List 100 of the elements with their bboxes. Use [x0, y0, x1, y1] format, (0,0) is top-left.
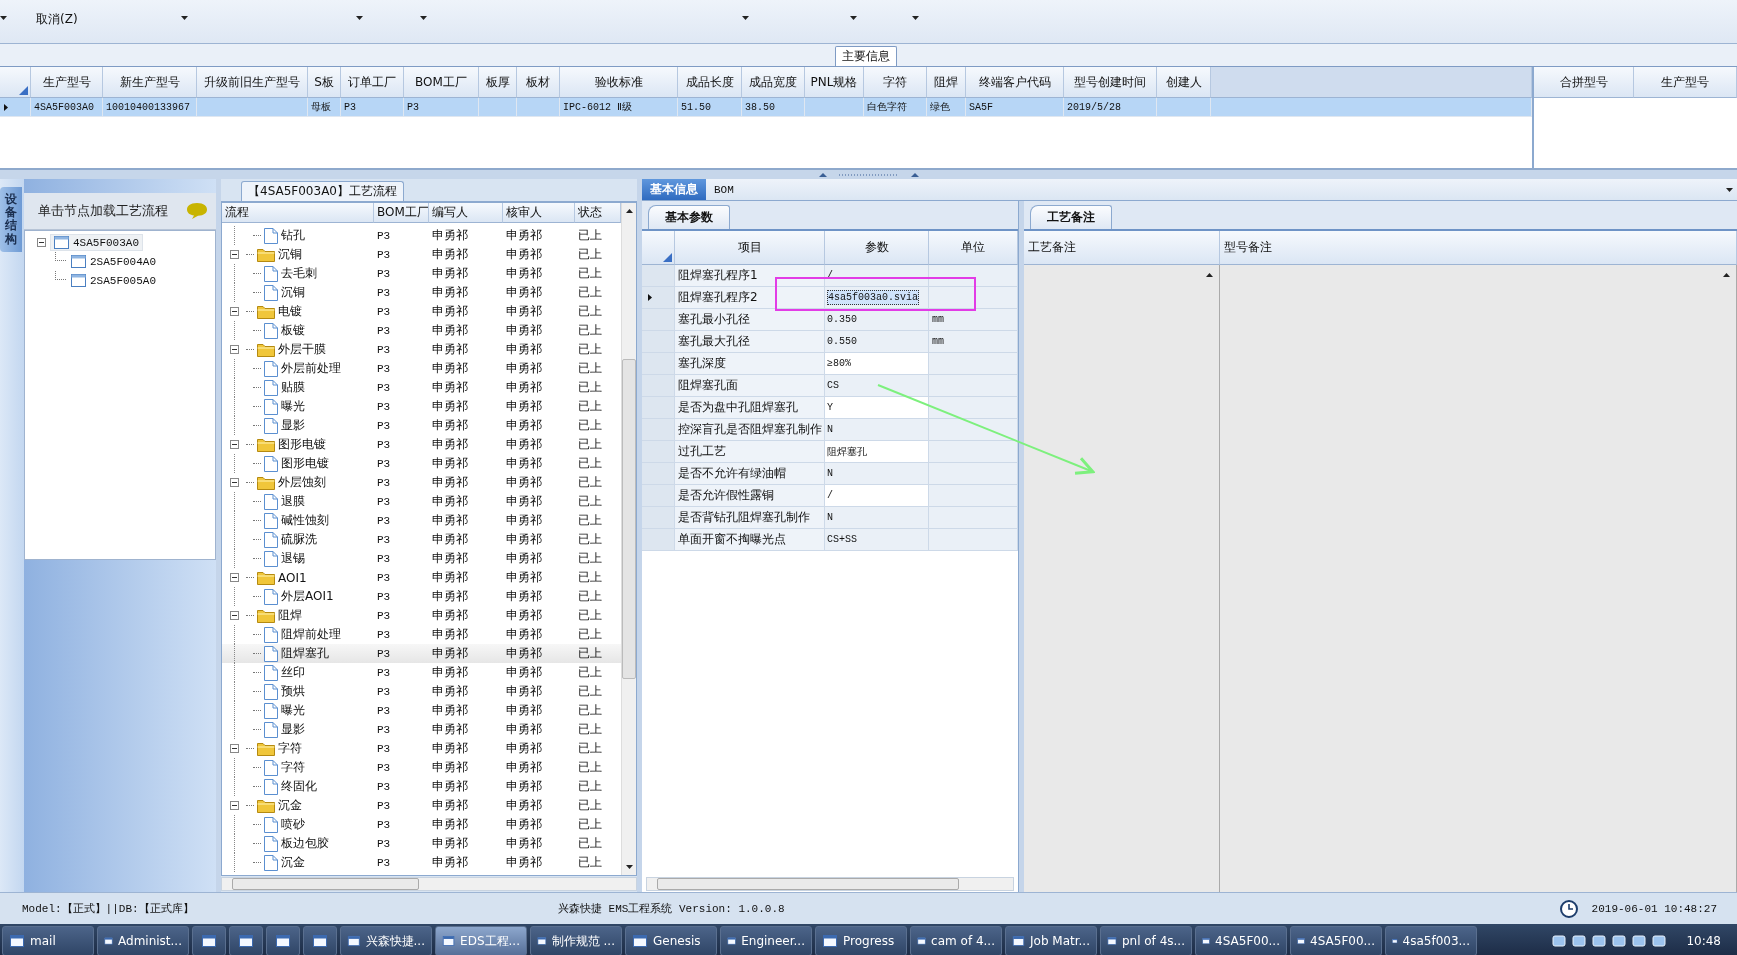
column-header[interactable]: 板材 [517, 67, 560, 98]
table-row[interactable]: 板边包胶 P3 申勇祁 申勇祁 已上 [222, 834, 621, 853]
taskbar-button[interactable]: 4SA5F00... [1195, 926, 1287, 955]
row-header[interactable] [0, 98, 31, 117]
tree-item[interactable]: AOI1 [278, 570, 307, 585]
tree-item[interactable]: 沉铜 [278, 246, 302, 263]
tab[interactable]: 基本信息 [642, 179, 706, 200]
column-header[interactable]: 新生产型号 [103, 67, 197, 98]
caret-icon[interactable] [420, 16, 427, 20]
scroll-thumb[interactable] [657, 878, 959, 890]
column-header[interactable]: 合拼型号 [1534, 67, 1634, 98]
tab[interactable]: 基本参数 [648, 205, 730, 229]
scrollbar[interactable] [621, 203, 636, 875]
caret-icon[interactable] [850, 16, 857, 20]
column-header[interactable]: S板 [308, 67, 341, 98]
table-row[interactable]: 阻焊塞孔 P3 申勇祁 申勇祁 已上 [222, 644, 621, 663]
collapse-icon[interactable] [230, 307, 239, 316]
table-row[interactable]: 钻孔 P3 申勇祁 申勇祁 已上 [222, 226, 621, 245]
table-row[interactable]: 4SA5F003A0 10010400133967 母板 P3 P3 IPC-6012 Ⅱ级 51.50 38.50 白色字符 绿色 SA5F 2019/5/28 [0, 98, 1532, 117]
tree-item[interactable]: 预烘 [281, 683, 305, 700]
taskbar-button[interactable] [192, 926, 226, 955]
table-row[interactable]: 曝光 P3 申勇祁 申勇祁 已上 [222, 701, 621, 720]
tree-item[interactable]: 曝光 [281, 702, 305, 719]
taskbar-button[interactable]: Engineer... [720, 926, 812, 955]
tree-item[interactable]: 显影 [281, 417, 305, 434]
tree-item[interactable]: 2SA5F005A0 [68, 273, 159, 288]
tree-item[interactable]: 图形电镀 [278, 436, 326, 453]
table-cell[interactable]: ≥80% [825, 353, 929, 375]
tree-item[interactable]: 钻孔 [281, 227, 305, 244]
taskbar-button[interactable]: Genesis [625, 926, 717, 955]
column-header[interactable]: 参数 [825, 231, 929, 265]
tree-item[interactable]: 外层AOI1 [281, 588, 334, 605]
column-header[interactable]: 板厚 [479, 67, 517, 98]
table-row[interactable]: 退膜 P3 申勇祁 申勇祁 已上 [222, 492, 621, 511]
tree-item[interactable]: 显影 [281, 721, 305, 738]
tree-item[interactable]: 终固化 [281, 778, 317, 795]
column-header[interactable]: 验收标准 [560, 67, 678, 98]
tree-item[interactable]: 阻焊 [278, 607, 302, 624]
table-cell[interactable]: Y [825, 397, 929, 419]
table-row[interactable]: 外层蚀刻 P3 申勇祁 申勇祁 已上 [222, 473, 621, 492]
collapse-icon[interactable] [230, 573, 239, 582]
column-header[interactable]: 生产型号 [1634, 67, 1737, 98]
taskbar-button[interactable] [303, 926, 337, 955]
table-row[interactable]: 去毛刺 P3 申勇祁 申勇祁 已上 [222, 264, 621, 283]
tree-item[interactable]: 退膜 [281, 493, 305, 510]
collapse-icon[interactable] [230, 345, 239, 354]
table-row[interactable]: 曝光 P3 申勇祁 申勇祁 已上 [222, 397, 621, 416]
tree-item[interactable]: 硫脲洗 [281, 531, 317, 548]
column-header[interactable]: 创建人 [1157, 67, 1211, 98]
collapse-icon[interactable] [230, 250, 239, 259]
caret-icon[interactable] [912, 16, 919, 20]
tree-item[interactable]: 2SA5F004A0 [68, 254, 159, 269]
table-row[interactable]: 硫脲洗 P3 申勇祁 申勇祁 已上 [222, 530, 621, 549]
table-row[interactable]: 外层干膜 P3 申勇祁 申勇祁 已上 [222, 340, 621, 359]
tree-item[interactable]: 字符 [278, 740, 302, 757]
scroll-thumb[interactable] [232, 878, 419, 890]
collapse-icon[interactable] [230, 478, 239, 487]
column-header[interactable]: 工艺备注 [1024, 231, 1220, 265]
taskbar-button[interactable]: Administ... [97, 926, 189, 955]
table-row[interactable]: 板镀 P3 申勇祁 申勇祁 已上 [222, 321, 621, 340]
table-row[interactable]: 显影 P3 申勇祁 申勇祁 已上 [222, 416, 621, 435]
table-row[interactable]: 碱性蚀刻 P3 申勇祁 申勇祁 已上 [222, 511, 621, 530]
tree-item[interactable]: 阻焊塞孔 [281, 645, 329, 662]
table-row[interactable]: 字符 P3 申勇祁 申勇祁 已上 [222, 739, 621, 758]
tree-item[interactable]: 图形电镀 [281, 455, 329, 472]
tree-item[interactable]: 阻焊前处理 [281, 626, 341, 643]
collapse-icon[interactable] [37, 238, 46, 247]
column-header[interactable]: 型号备注 [1220, 231, 1737, 265]
table-row[interactable]: 沉金 P3 申勇祁 申勇祁 已上 [222, 796, 621, 815]
scrollbar[interactable] [646, 877, 1014, 891]
table-row[interactable]: 沉铜 P3 申勇祁 申勇祁 已上 [222, 283, 621, 302]
tree-item[interactable]: 4SA5F003A0 [50, 234, 143, 251]
column-header[interactable]: 型号创建时间 [1064, 67, 1157, 98]
column-header[interactable]: 状态 [575, 203, 621, 223]
taskbar-button[interactable]: mail [2, 926, 94, 955]
taskbar-button[interactable]: Job Matr... [1005, 926, 1097, 955]
column-header[interactable]: 编写人 [429, 203, 503, 223]
collapse-icon[interactable] [230, 744, 239, 753]
column-header[interactable]: 阻焊 [927, 67, 966, 98]
tree-item[interactable]: 喷砂 [281, 816, 305, 833]
taskbar-button[interactable]: 制作规范 ... [530, 926, 622, 955]
table-row[interactable]: 字符 P3 申勇祁 申勇祁 已上 [222, 758, 621, 777]
column-header[interactable]: PNL规格 [805, 67, 864, 98]
caret-icon[interactable] [181, 16, 188, 20]
taskbar-button[interactable]: pnl of 4s... [1100, 926, 1192, 955]
tree-item[interactable]: 沉金 [281, 854, 305, 871]
tree-item[interactable]: 板边包胶 [281, 835, 329, 852]
column-header[interactable]: 核审人 [503, 203, 575, 223]
taskbar-button[interactable]: cam of 4... [910, 926, 1002, 955]
table-cell[interactable]: / [825, 485, 929, 507]
tree-item[interactable]: 字符 [281, 759, 305, 776]
caret-icon[interactable] [742, 16, 749, 20]
tree-item[interactable]: 去毛刺 [281, 265, 317, 282]
tree-item[interactable]: 外层干膜 [278, 341, 326, 358]
table-row[interactable]: 图形电镀 P3 申勇祁 申勇祁 已上 [222, 435, 621, 454]
table-row[interactable]: 阻焊 P3 申勇祁 申勇祁 已上 [222, 606, 621, 625]
tree-item[interactable]: 外层前处理 [281, 360, 341, 377]
taskbar-button[interactable]: Progress [815, 926, 907, 955]
tree-item[interactable]: 退锡 [281, 550, 305, 567]
column-header[interactable]: 字符 [864, 67, 927, 98]
